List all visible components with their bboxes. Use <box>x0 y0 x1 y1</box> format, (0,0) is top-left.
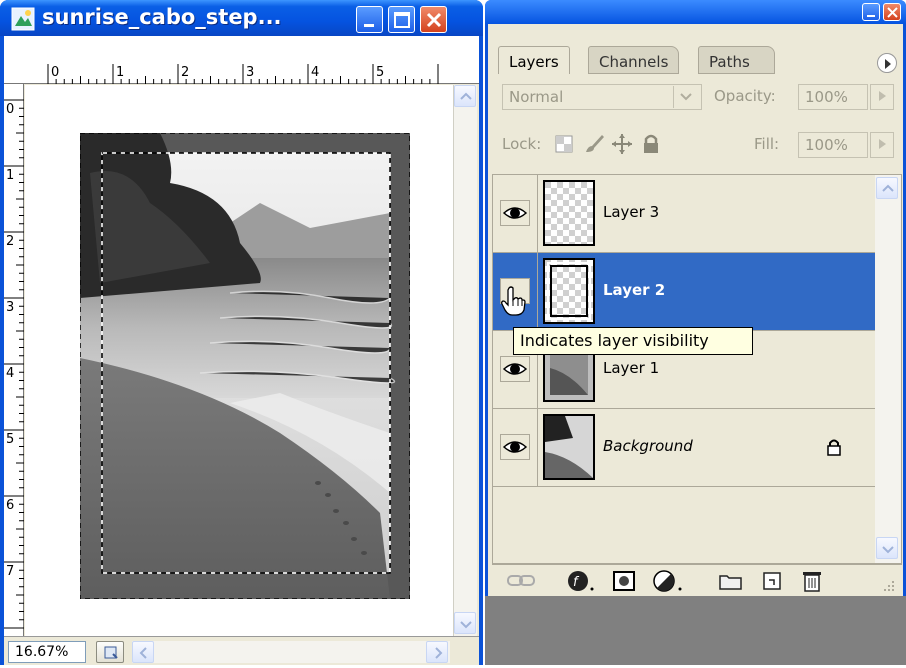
document-titlebar[interactable]: sunrise_cabo_step... <box>0 0 483 36</box>
trash-icon[interactable] <box>800 568 824 594</box>
palette-menu-button[interactable] <box>877 53 897 73</box>
tab-channels[interactable]: Channels <box>588 46 680 74</box>
layer-row-layer-3[interactable]: Layer 3 <box>493 175 875 253</box>
close-button[interactable] <box>420 6 447 33</box>
layer-style-fx-icon[interactable]: f <box>566 569 598 593</box>
eye-icon[interactable] <box>500 356 530 382</box>
ruler-label: 7 <box>6 564 15 579</box>
layer-name[interactable]: Layer 2 <box>603 281 665 299</box>
scroll-right-button[interactable] <box>426 641 448 663</box>
chevron-down-icon <box>673 86 697 108</box>
ruler-label: 3 <box>246 65 255 80</box>
layers-scrollbar[interactable] <box>875 175 901 563</box>
ruler-label: 4 <box>6 366 15 381</box>
add-layer-mask-icon[interactable] <box>612 569 636 593</box>
ruler-label: 5 <box>376 65 385 80</box>
horizontal-ruler[interactable]: 0 1 2 3 4 5 <box>4 64 479 84</box>
lock-options-row: Lock: Fill: 100% <box>496 128 898 160</box>
arrow-right-icon <box>885 59 891 69</box>
workspace-background <box>485 596 906 665</box>
palette-titlebar[interactable] <box>485 0 906 24</box>
maximize-button[interactable] <box>388 6 415 33</box>
scroll-up-button[interactable] <box>454 85 476 107</box>
lock-transparent-pixels-icon[interactable] <box>554 134 574 154</box>
palette-body: Layers Channels Paths Normal Opacity: 10… <box>488 24 903 596</box>
eye-icon[interactable] <box>500 434 530 460</box>
blend-options-row: Normal Opacity: 100% <box>496 80 898 112</box>
tab-layers[interactable]: Layers <box>498 46 570 74</box>
new-group-folder-icon[interactable] <box>718 571 744 591</box>
layer-row-layer-2[interactable]: Layer 2 <box>493 253 875 331</box>
opacity-arrow-button[interactable] <box>870 84 894 110</box>
photoshop-file-icon <box>11 7 35 31</box>
vertical-ruler[interactable]: 0 1 2 3 4 5 6 7 <box>4 84 24 636</box>
layer-row-background[interactable]: Background <box>493 409 875 487</box>
status-menu-button[interactable] <box>96 641 124 663</box>
layer-thumbnail[interactable] <box>543 414 595 480</box>
document-status-bar: 16.67% <box>4 636 479 665</box>
visibility-cell[interactable] <box>493 175 538 252</box>
document-window: sunrise_cabo_step... 0 1 2 3 4 5 0 1 2 3… <box>0 0 483 665</box>
layer-thumbnail[interactable] <box>543 180 595 246</box>
image-canvas[interactable] <box>25 85 453 636</box>
opacity-label: Opacity: <box>714 87 776 105</box>
scroll-up-button[interactable] <box>876 177 898 199</box>
palette-minimize-button[interactable] <box>862 3 880 21</box>
document-client-area: 0 1 2 3 4 5 0 1 2 3 4 5 6 7 16.67% <box>4 36 479 665</box>
palette-footer-toolbar: f <box>492 564 902 596</box>
opacity-field[interactable]: 100% <box>798 84 868 110</box>
vertical-scrollbar[interactable] <box>453 85 477 636</box>
ruler-label: 4 <box>311 65 320 80</box>
lock-icon <box>827 439 841 456</box>
palette-close-button[interactable] <box>883 3 901 21</box>
horizontal-scrollbar[interactable] <box>132 641 450 663</box>
scroll-down-button[interactable] <box>876 537 898 559</box>
ruler-label: 0 <box>6 102 15 117</box>
palette-tabs: Layers Channels Paths <box>488 24 903 76</box>
ruler-label: 2 <box>6 234 15 249</box>
fill-arrow-button[interactable] <box>870 132 894 158</box>
new-layer-icon[interactable] <box>760 570 784 592</box>
layers-list[interactable]: Layer 3 Layer 2 Layer 1 Background <box>492 174 902 564</box>
resize-grip-icon[interactable] <box>880 577 898 595</box>
ruler-label: 5 <box>6 432 15 447</box>
layer-name[interactable]: Background <box>603 437 693 455</box>
ruler-label: 0 <box>51 65 60 80</box>
fill-field[interactable]: 100% <box>798 132 868 158</box>
ruler-label: 6 <box>6 498 15 513</box>
document-title: sunrise_cabo_step... <box>42 5 282 29</box>
scroll-left-button[interactable] <box>132 641 154 663</box>
blend-mode-value: Normal <box>509 88 564 106</box>
layer-thumbnail[interactable] <box>543 258 595 324</box>
minimize-button[interactable] <box>356 6 383 33</box>
document-top-strip <box>4 36 479 64</box>
layer-name[interactable]: Layer 1 <box>603 359 659 377</box>
ruler-label: 2 <box>181 65 190 80</box>
arrow-right-icon <box>879 91 886 101</box>
beach-photo <box>80 133 410 599</box>
ruler-label: 1 <box>6 168 15 183</box>
tooltip: Indicates layer visibility <box>513 327 753 355</box>
arrow-right-icon <box>879 139 886 149</box>
ruler-label: 3 <box>6 300 15 315</box>
tab-paths[interactable]: Paths <box>698 46 775 74</box>
blend-mode-select[interactable]: Normal <box>502 84 702 110</box>
lock-position-move-icon[interactable] <box>610 132 634 156</box>
new-adjustment-layer-icon[interactable] <box>652 569 686 593</box>
layer-name[interactable]: Layer 3 <box>603 203 659 221</box>
ruler-label: 1 <box>116 65 125 80</box>
hand-pointer-cursor-icon <box>501 286 526 316</box>
lock-image-pixels-brush-icon[interactable] <box>582 132 606 156</box>
fill-label: Fill: <box>754 135 780 153</box>
scroll-down-button[interactable] <box>454 612 476 634</box>
zoom-level-field[interactable]: 16.67% <box>8 641 86 663</box>
lock-label: Lock: <box>502 135 542 153</box>
lock-all-icon[interactable] <box>640 132 662 156</box>
layers-palette-window: Layers Channels Paths Normal Opacity: 10… <box>485 0 906 596</box>
status-menu-icon <box>104 646 118 659</box>
link-layers-icon[interactable] <box>506 571 538 591</box>
visibility-cell[interactable] <box>493 409 538 486</box>
eye-icon[interactable] <box>500 200 530 226</box>
